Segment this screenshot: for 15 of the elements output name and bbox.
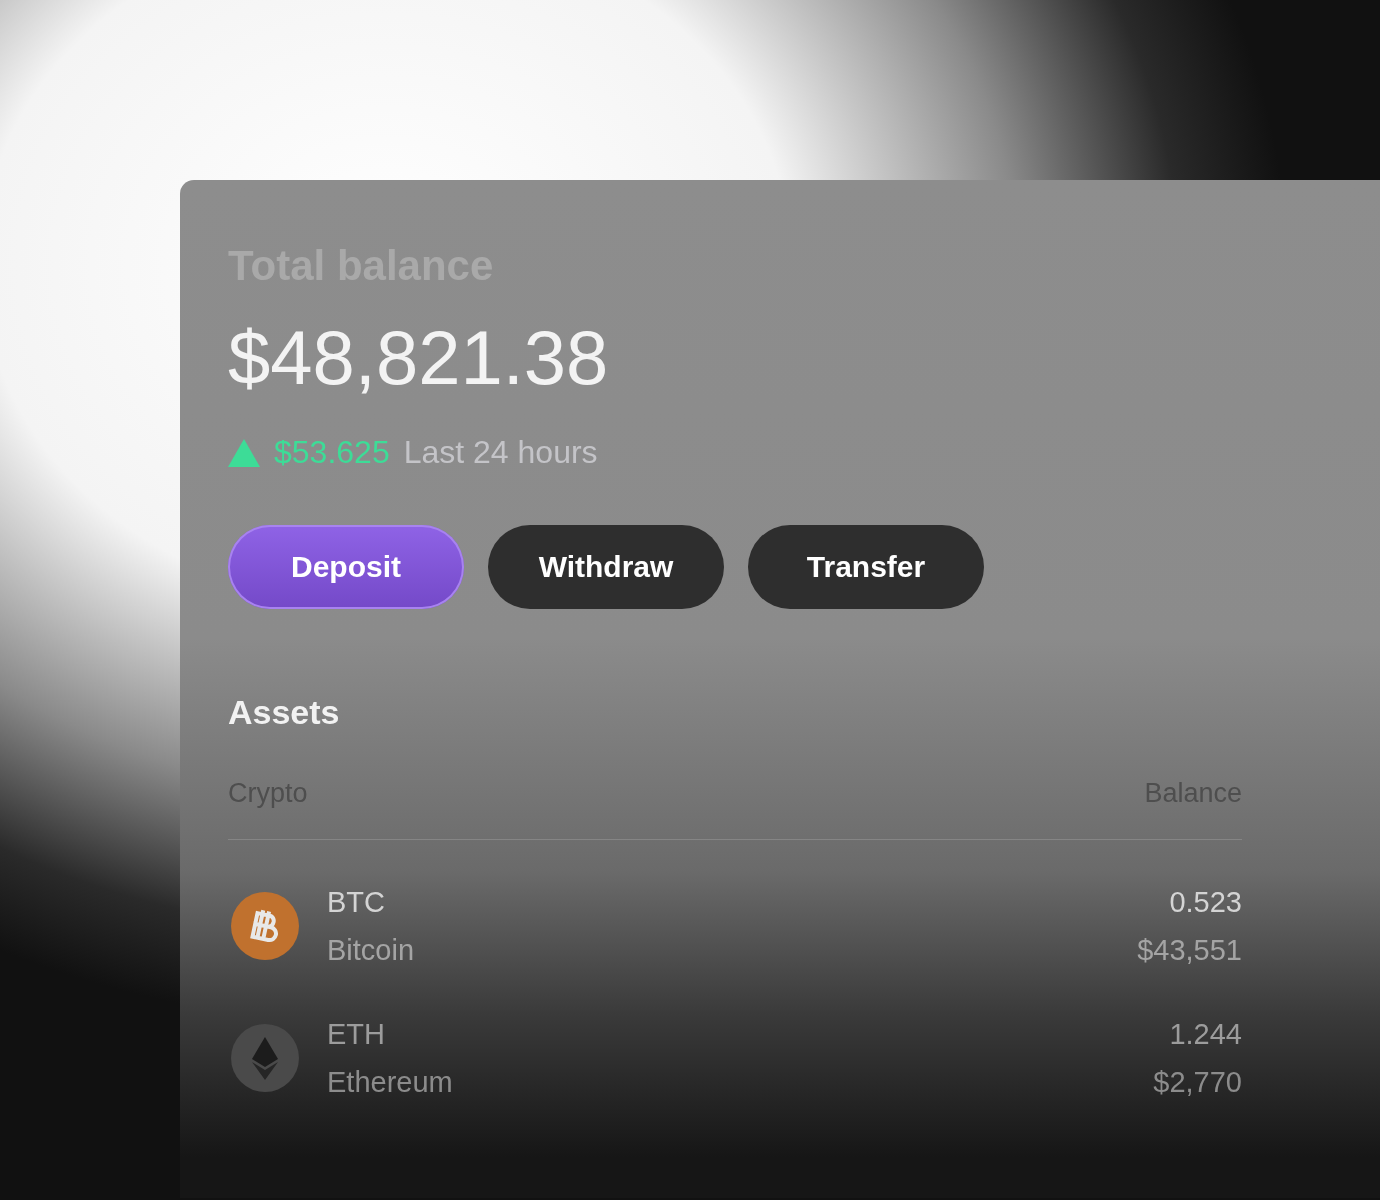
action-button[interactable]: Withdraw bbox=[488, 525, 724, 609]
asset-name: Ethereum bbox=[327, 1065, 454, 1099]
change-amount: $53.625 bbox=[274, 434, 390, 471]
asset-symbol: BTC bbox=[327, 885, 386, 919]
asset-name: Bitcoin bbox=[327, 933, 416, 967]
balance-amount: $48,821.38 bbox=[228, 320, 610, 396]
asset-value: $2,770 bbox=[1153, 1065, 1242, 1099]
action-button[interactable]: Transfer bbox=[748, 525, 984, 609]
asset-amount: 0.523 bbox=[1169, 885, 1242, 919]
change-period: Last 24 hours bbox=[403, 434, 598, 471]
asset-amount: 1.244 bbox=[1169, 1017, 1242, 1051]
asset-value: $43,551 bbox=[1137, 933, 1242, 967]
deposit-button[interactable]: Deposit bbox=[228, 525, 464, 609]
assets-heading: Assets bbox=[228, 693, 341, 732]
asset-symbol: ETH bbox=[327, 1017, 386, 1051]
